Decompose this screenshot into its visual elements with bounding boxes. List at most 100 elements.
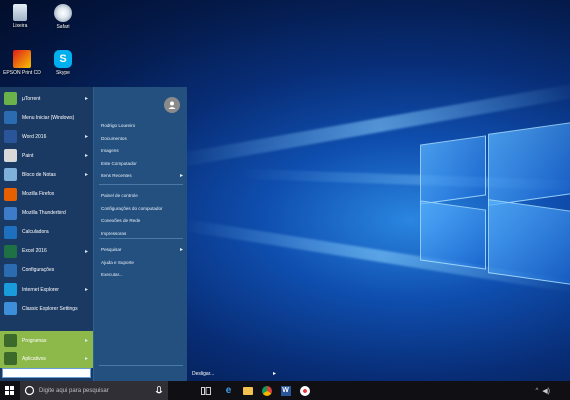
shutdown-button[interactable]: Desligar... ▸	[192, 369, 278, 379]
start-menu-place-group1-1[interactable]: Documentos	[101, 134, 183, 144]
taskbar-paint[interactable]	[295, 381, 314, 400]
start-menu-item-label: Programas	[22, 337, 47, 344]
taskbar-search-box[interactable]: Digite aqui para pesquisar	[20, 381, 168, 400]
start-menu-place-label: Pesquisar	[101, 247, 122, 252]
start-menu-place-group3-2[interactable]: Executar...	[101, 270, 183, 280]
start-menu-item-paint[interactable]: Paint ▸	[0, 146, 93, 165]
folder-icon	[242, 386, 253, 395]
start-menu-place-group3-1[interactable]: Ajuda e Suporte	[101, 258, 183, 268]
cortana-icon	[24, 385, 35, 396]
desktop-icon-epson[interactable]: EPSON Print CD	[2, 50, 42, 76]
start-menu-place-label: Configurações do computador	[101, 205, 163, 211]
speaker-icon[interactable]: ◀)	[542, 387, 550, 395]
chevron-up-icon[interactable]: ^	[535, 388, 538, 394]
start-menu-place-group2-0[interactable]: Painel de controle	[101, 191, 183, 201]
start-menu-item-programas[interactable]: Programas ▸	[0, 331, 93, 350]
windows-logo-pane	[488, 199, 570, 285]
system-tray: ^ ◀)	[535, 387, 550, 395]
start-menu-item-utorrent[interactable]: µTorrent ▸	[0, 89, 93, 108]
desktop-icon-safari[interactable]: Safari	[43, 4, 83, 30]
start-menu-place-group2-1[interactable]: Configurações do computador	[101, 204, 183, 214]
taskbar-search-placeholder: Digite aqui para pesquisar	[39, 387, 109, 394]
chevron-right-icon: ▸	[84, 172, 88, 179]
windows-logo-pane	[420, 200, 486, 270]
start-menu-place-label: Imagens	[101, 148, 119, 153]
taskbar-file-explorer[interactable]	[238, 381, 257, 400]
recycle-bin-icon	[13, 4, 27, 21]
desktop-icon-label: Safari	[56, 24, 70, 30]
start-menu-item-label: Configurações	[22, 267, 55, 274]
start-menu-place-group2-3[interactable]: Impressoras	[101, 229, 183, 239]
start-menu-item-label: µTorrent	[22, 95, 41, 102]
desktop-icon-label: Lixeira	[12, 23, 28, 29]
start-menu-place-label: Este Computador	[101, 160, 137, 166]
windows-logo-pane	[488, 122, 570, 206]
chevron-right-icon: ▸	[84, 287, 88, 293]
start-menu-item-label: Menu Iniciar (Windows)	[22, 114, 75, 121]
start-menu-item-word[interactable]: Word 2016 ▸	[0, 127, 93, 146]
chevron-right-icon: ▸	[84, 153, 88, 160]
start-menu-item-label: Paint	[22, 152, 34, 159]
start-menu-item-label: Calculadora	[22, 229, 49, 236]
task-view-button[interactable]	[196, 381, 215, 400]
start-menu-item-label: Word 2016	[22, 133, 47, 140]
start-menu-item-start-menu[interactable]: Menu Iniciar (Windows)	[0, 108, 93, 127]
chevron-right-icon: ▸	[84, 356, 88, 362]
start-menu-item-calculator[interactable]: Calculadora	[0, 223, 93, 242]
start-menu-item-classic-explorer[interactable]: Classic Explorer Settings	[0, 299, 93, 318]
desktop-icon-label: Skype	[56, 70, 70, 76]
paint-icon	[299, 385, 310, 396]
start-menu-item-label: Internet Explorer	[22, 286, 59, 293]
chevron-right-icon: ▸	[179, 247, 183, 253]
start-menu-place-group2-2[interactable]: Conexões de Rede	[101, 216, 183, 226]
taskbar-chrome[interactable]	[257, 381, 276, 400]
taskbar-edge[interactable]: e	[219, 381, 238, 400]
word-icon: W	[280, 385, 291, 396]
start-menu-search-input[interactable]	[2, 368, 91, 378]
start-menu-item-label: Mozilla Firefox	[22, 191, 55, 197]
start-menu-place-label: Rodrigo Loureiro	[101, 123, 136, 128]
start-menu-place-label: Executar...	[101, 272, 123, 277]
start-menu-place-group1-0[interactable]: Rodrigo Loureiro	[101, 121, 183, 131]
firefox-icon	[4, 187, 17, 201]
user-icon	[168, 101, 176, 109]
chrome-icon	[261, 385, 272, 396]
start-menu-programs-column: µTorrent ▸ Menu Iniciar (Windows) Word 2016…	[0, 87, 93, 382]
start-menu-item-label: Bloco de Notas	[22, 171, 56, 178]
start-menu-icon	[4, 111, 17, 125]
safari-icon	[54, 4, 72, 22]
start-menu-place-label: Conexões de Rede	[101, 218, 141, 223]
start-menu-item-excel[interactable]: Excel 2016 ▸	[0, 242, 93, 261]
start-menu-place-label: Impressoras	[101, 230, 127, 236]
start-menu-place-group1-4[interactable]: Itens Recentes ▸	[101, 171, 183, 181]
settings-icon	[4, 263, 17, 277]
start-menu-item-internet-explorer[interactable]: Internet Explorer ▸	[0, 280, 93, 299]
chevron-right-icon: ▸	[179, 173, 183, 179]
edge-icon: e	[225, 385, 232, 396]
start-menu-place-group1-3[interactable]: Este Computador	[101, 159, 183, 169]
chevron-right-icon: ▸	[84, 338, 88, 344]
taskbar-word[interactable]: W	[276, 381, 295, 400]
desktop-icon-skype[interactable]: S Skype	[43, 50, 83, 76]
desktop-icon-recycle-bin[interactable]: Lixeira	[0, 4, 40, 29]
start-menu-item-label: Classic Explorer Settings	[22, 305, 78, 312]
start-menu-item-settings[interactable]: Configurações	[0, 261, 93, 280]
epson-print-cd-icon	[13, 50, 31, 68]
excel-icon	[4, 244, 17, 258]
microphone-icon	[155, 385, 163, 393]
taskbar: Digite aqui para pesquisar e W ^ ◀)	[0, 381, 570, 400]
start-menu-place-group3-0[interactable]: Pesquisar ▸	[101, 245, 183, 255]
start-menu-item-thunderbird[interactable]: Mozilla Thunderbird	[0, 204, 93, 223]
start-menu: µTorrent ▸ Menu Iniciar (Windows) Word 2016…	[0, 87, 276, 382]
start-menu-place-group1-2[interactable]: Imagens	[101, 146, 183, 156]
user-avatar[interactable]	[164, 97, 180, 113]
programs-icon	[4, 334, 17, 347]
start-menu-place-label: Documentos	[101, 135, 127, 141]
start-menu-item-aplicativos[interactable]: Aplicativos ▸	[0, 349, 93, 368]
separator	[99, 184, 183, 185]
start-menu-item-notepad[interactable]: Bloco de Notas ▸	[0, 165, 93, 184]
chevron-right-icon: ▸	[84, 248, 88, 255]
skype-icon: S	[54, 50, 72, 68]
start-button[interactable]	[0, 381, 19, 400]
start-menu-item-firefox[interactable]: Mozilla Firefox	[0, 185, 93, 204]
